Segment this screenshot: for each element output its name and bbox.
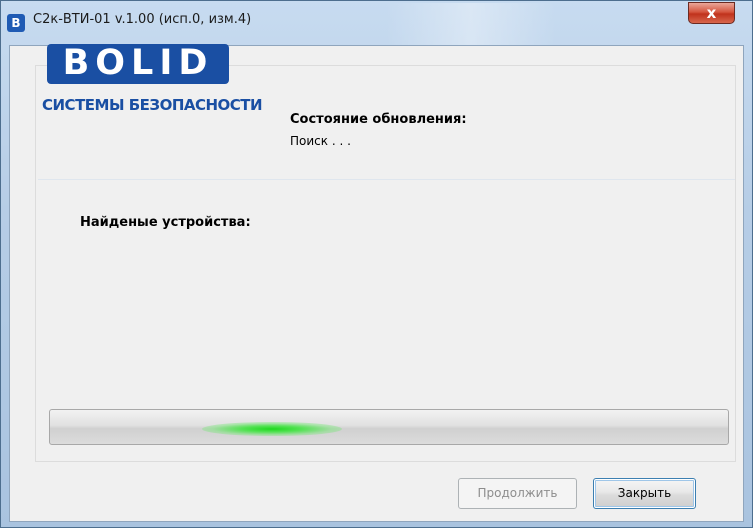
app-icon: В xyxy=(7,14,25,32)
bolid-logo: BOLID СИСТЕМЫ БЕЗОПАСНОСТИ xyxy=(42,41,263,116)
logo-word-text: BOLID xyxy=(62,43,214,83)
update-status-value: Поиск . . . xyxy=(290,134,351,148)
window-title: С2к-ВТИ-01 v.1.00 (исп.0, изм.4) xyxy=(33,12,252,27)
found-devices-label: Найденые устройства: xyxy=(80,215,251,230)
section-divider xyxy=(38,179,735,180)
title-bar[interactable]: В С2к-ВТИ-01 v.1.00 (исп.0, изм.4) x xyxy=(1,1,752,45)
app-window: В С2к-ВТИ-01 v.1.00 (исп.0, изм.4) x BOL… xyxy=(0,0,753,528)
progress-glow xyxy=(202,422,342,436)
logo-subtitle: СИСТЕМЫ БЕЗОПАСНОСТИ xyxy=(42,96,263,114)
title-glass-highlight xyxy=(386,3,556,45)
continue-button[interactable]: Продолжить xyxy=(458,478,577,509)
close-button[interactable]: Закрыть xyxy=(593,478,696,509)
close-window-button[interactable]: x xyxy=(688,2,735,24)
logo-wordmark: BOLID xyxy=(47,43,229,84)
progress-bar xyxy=(49,409,729,445)
update-status-label: Состояние обновления: xyxy=(290,112,467,127)
